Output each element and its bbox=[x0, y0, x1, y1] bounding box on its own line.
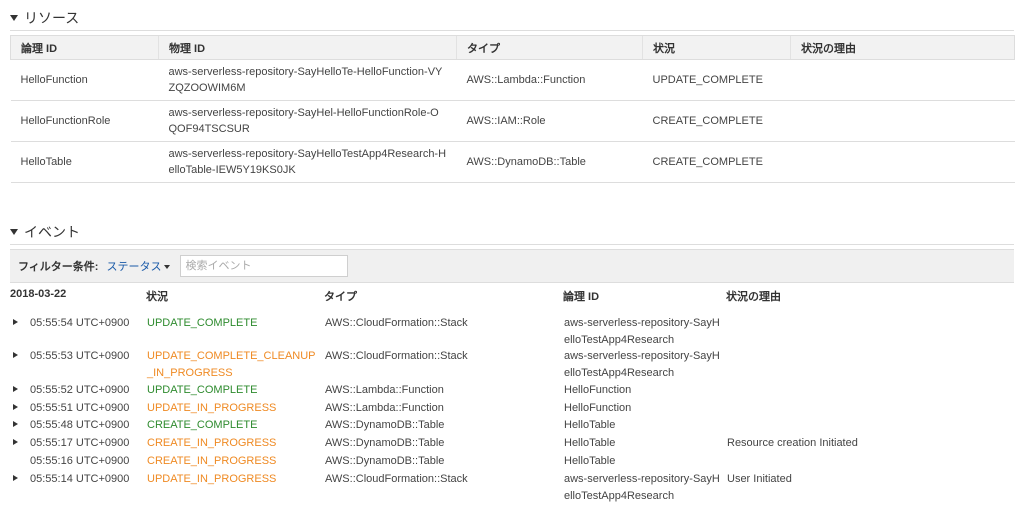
event-type: AWS::Lambda::Function bbox=[325, 402, 444, 414]
resource-type: AWS::DynamoDB::Table bbox=[456, 141, 643, 183]
physical-id: aws-serverless-repository-SayHelloTestAp… bbox=[158, 141, 457, 183]
event-logical-id: aws-serverless-repository-SayHelloTestAp… bbox=[564, 350, 720, 379]
resources-header-row: 論理 ID 物理 ID タイプ 状況 状況の理由 bbox=[10, 35, 1015, 60]
col-type: タイプ bbox=[324, 291, 357, 303]
physical-id-link[interactable]: aws-serverless-repository-SayHel-HelloFu… bbox=[158, 100, 457, 142]
event-status: CREATE_IN_PROGRESS bbox=[147, 437, 277, 449]
event-logical-id: HelloTable bbox=[564, 437, 616, 449]
status-text: CREATE_COMPLETE bbox=[642, 100, 791, 142]
event-type: AWS::CloudFormation::Stack bbox=[325, 473, 468, 485]
event-time: 05:55:14 UTC+0900 bbox=[30, 473, 130, 485]
event-time: 05:55:51 UTC+0900 bbox=[30, 402, 130, 414]
resources-table: 論理 ID 物理 ID タイプ 状況 状況の理由 HelloFunction a… bbox=[10, 35, 1015, 183]
event-status: UPDATE_COMPLETE bbox=[147, 317, 258, 329]
expand-arrow-icon[interactable] bbox=[13, 386, 18, 392]
logical-id: HelloFunction bbox=[10, 59, 159, 101]
status-text: UPDATE_COMPLETE bbox=[642, 59, 791, 101]
collapse-arrow-icon bbox=[10, 229, 18, 235]
event-type: AWS::CloudFormation::Stack bbox=[325, 350, 468, 362]
event-type: AWS::DynamoDB::Table bbox=[325, 455, 445, 467]
event-status: UPDATE_IN_PROGRESS bbox=[147, 402, 277, 414]
status-filter-dropdown[interactable]: ステータス bbox=[106, 258, 171, 274]
col-status-reason[interactable]: 状況の理由 bbox=[790, 35, 1015, 60]
status-text: CREATE_COMPLETE bbox=[642, 141, 791, 183]
event-logical-id: aws-serverless-repository-SayHelloTestAp… bbox=[564, 473, 720, 502]
filter-bar: フィルター条件: ステータス bbox=[10, 249, 1014, 283]
event-time: 05:55:52 UTC+0900 bbox=[30, 384, 130, 396]
resource-type: AWS::Lambda::Function bbox=[456, 59, 643, 101]
event-status: CREATE_IN_PROGRESS bbox=[147, 455, 277, 467]
divider bbox=[10, 244, 1014, 245]
event-logical-id: HelloTable bbox=[564, 455, 616, 467]
event-logical-id: aws-serverless-repository-SayHelloTestAp… bbox=[564, 317, 720, 346]
status-reason bbox=[790, 100, 1015, 142]
table-row: HelloFunctionRole aws-serverless-reposit… bbox=[10, 100, 1015, 142]
event-logical-id: HelloFunction bbox=[564, 402, 632, 414]
status-reason bbox=[790, 141, 1015, 183]
search-events-input[interactable] bbox=[180, 255, 349, 277]
event-time: 05:55:16 UTC+0900 bbox=[30, 455, 130, 467]
col-logical-id: 論理 ID bbox=[563, 291, 600, 303]
logical-id: HelloTable bbox=[10, 141, 159, 183]
col-logical-id[interactable]: 論理 ID bbox=[10, 35, 159, 60]
event-type: AWS::CloudFormation::Stack bbox=[325, 317, 468, 329]
status-reason bbox=[790, 59, 1015, 101]
events-header-row: 2018-03-22 状況 タイプ 論理 ID 状況の理由 bbox=[10, 288, 1014, 303]
resource-type: AWS::IAM::Role bbox=[456, 100, 643, 142]
event-status: UPDATE_COMPLETE bbox=[147, 384, 258, 396]
resources-title: リソース bbox=[24, 10, 80, 26]
col-status-reason: 状況の理由 bbox=[726, 291, 781, 303]
expand-arrow-icon[interactable] bbox=[13, 352, 18, 358]
col-physical-id[interactable]: 物理 ID bbox=[158, 35, 457, 60]
divider bbox=[10, 30, 1014, 31]
event-status: UPDATE_COMPLETE_CLEANUP_IN_PROGRESS bbox=[147, 350, 316, 379]
event-type: AWS::Lambda::Function bbox=[325, 384, 444, 396]
col-status[interactable]: 状況 bbox=[642, 35, 791, 60]
event-status: CREATE_COMPLETE bbox=[147, 419, 258, 431]
expand-arrow-icon[interactable] bbox=[13, 421, 18, 427]
event-status: UPDATE_IN_PROGRESS bbox=[147, 473, 277, 485]
expand-arrow-icon[interactable] bbox=[13, 475, 18, 481]
col-date: 2018-03-22 bbox=[10, 288, 67, 300]
events-section-toggle[interactable]: イベント bbox=[10, 222, 80, 242]
expand-arrow-icon[interactable] bbox=[13, 404, 18, 410]
event-time: 05:55:53 UTC+0900 bbox=[30, 350, 130, 362]
dropdown-arrow-icon bbox=[164, 265, 171, 270]
col-status: 状況 bbox=[146, 291, 168, 303]
event-reason: User Initiated bbox=[727, 473, 792, 485]
event-logical-id: HelloFunction bbox=[564, 384, 632, 396]
table-row: HelloFunction aws-serverless-repository-… bbox=[10, 59, 1015, 101]
event-time: 05:55:17 UTC+0900 bbox=[30, 437, 130, 449]
logical-id: HelloFunctionRole bbox=[10, 100, 159, 142]
events-title: イベント bbox=[24, 224, 80, 240]
col-type[interactable]: タイプ bbox=[456, 35, 643, 60]
table-row: HelloTable aws-serverless-repository-Say… bbox=[10, 141, 1015, 183]
resources-section-toggle[interactable]: リソース bbox=[10, 8, 79, 28]
status-filter-label: ステータス bbox=[106, 261, 162, 273]
filter-label: フィルター条件: bbox=[18, 261, 99, 273]
event-type: AWS::DynamoDB::Table bbox=[325, 437, 445, 449]
collapse-arrow-icon bbox=[10, 15, 18, 21]
event-time: 05:55:48 UTC+0900 bbox=[30, 419, 130, 431]
expand-arrow-icon[interactable] bbox=[13, 439, 18, 445]
physical-id-link[interactable]: aws-serverless-repository-SayHelloTe-Hel… bbox=[158, 59, 457, 101]
event-time: 05:55:54 UTC+0900 bbox=[30, 317, 130, 329]
event-reason: Resource creation Initiated bbox=[727, 437, 858, 449]
expand-arrow-icon[interactable] bbox=[13, 319, 18, 325]
event-type: AWS::DynamoDB::Table bbox=[325, 419, 445, 431]
event-logical-id: HelloTable bbox=[564, 419, 616, 431]
